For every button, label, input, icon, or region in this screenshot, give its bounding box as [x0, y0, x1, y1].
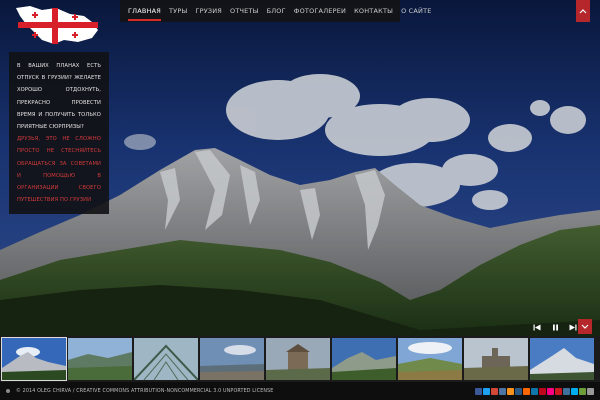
nav-item-georgia[interactable]: ГРУЗИЯ	[191, 0, 226, 22]
thumbnail-strip	[0, 336, 600, 382]
site-logo[interactable]	[12, 2, 104, 46]
instagram-icon[interactable]	[563, 387, 570, 395]
thumbnail-fortress[interactable]	[464, 338, 528, 380]
email-icon[interactable]	[587, 387, 594, 395]
thumbnail-image	[200, 338, 264, 380]
thumbnail-valley[interactable]	[68, 338, 132, 380]
pinterest-icon[interactable]	[539, 387, 546, 395]
thumbnail-image	[398, 338, 462, 380]
social-icons-bar	[475, 387, 594, 395]
google-plus-icon[interactable]	[491, 387, 498, 395]
intro-highlight-paragraph: ДРУЗЬЯ, ЭТО НЕ СЛОЖНО ПРОСТО НЕ СТЕСНЯЙТ…	[17, 136, 101, 204]
intro-text-panel: В ВАШИХ ПЛАНАХ ЕСТЬ ОТПУСК В ГРУЗИИ? ЖЕЛ…	[9, 52, 109, 214]
nav-item-blog[interactable]: БЛОГ	[263, 0, 290, 22]
top-panel-toggle-button[interactable]	[576, 0, 590, 22]
nav-item-photo-galleries[interactable]: ФОТОГАЛЕРЕИ	[290, 0, 350, 22]
thumbnail-green-peaks[interactable]	[332, 338, 396, 380]
skype-icon[interactable]	[571, 387, 578, 395]
twitter-icon[interactable]	[483, 387, 490, 395]
georgia-map-flag-logo	[16, 6, 98, 44]
nav-item-reports[interactable]: ОТЧЕТЫ	[226, 0, 263, 22]
thumbnail-image	[68, 338, 132, 380]
copyright-text: © 2014 OLEG CHIRVA / CREATIVE COMMONS AT…	[16, 388, 274, 394]
livejournal-icon[interactable]	[579, 387, 586, 395]
chevron-down-icon	[581, 324, 589, 329]
chevron-up-icon	[579, 9, 587, 14]
odnoklassniki-icon[interactable]	[507, 387, 514, 395]
thumbnail-monastery[interactable]	[266, 338, 330, 380]
rss-icon[interactable]	[523, 387, 530, 395]
thumbnail-glass-roof[interactable]	[134, 338, 198, 380]
nav-item-contacts[interactable]: КОНТАКТЫ	[350, 0, 397, 22]
page-footer: © 2014 OLEG CHIRVA / CREATIVE COMMONS AT…	[0, 382, 600, 400]
skip-forward-icon	[569, 324, 577, 330]
youtube-icon[interactable]	[555, 387, 562, 395]
intro-paragraph: В ВАШИХ ПЛАНАХ ЕСТЬ ОТПУСК В ГРУЗИИ? ЖЕЛ…	[17, 63, 101, 131]
thumbnail-coastline[interactable]	[200, 338, 264, 380]
pause-slideshow-button[interactable]	[549, 321, 561, 333]
nav-item-tours[interactable]: ТУРЫ	[165, 0, 191, 22]
thumbnail-image	[2, 338, 66, 380]
facebook-icon[interactable]	[475, 387, 482, 395]
flickr-icon[interactable]	[547, 387, 554, 395]
thumbnail-image	[332, 338, 396, 380]
nav-item-home[interactable]: ГЛАВНАЯ	[124, 0, 165, 22]
thumbnail-image	[134, 338, 198, 380]
skip-back-icon	[533, 324, 541, 330]
main-navigation: ГЛАВНАЯ ТУРЫ ГРУЗИЯ ОТЧЕТЫ БЛОГ ФОТОГАЛЕ…	[120, 0, 431, 22]
thumbnail-image	[464, 338, 528, 380]
previous-slide-button[interactable]	[531, 321, 543, 333]
thumbnail-strip-toggle-button[interactable]	[578, 319, 592, 334]
copyright-icon	[6, 389, 10, 393]
pause-icon	[552, 324, 558, 330]
nav-item-about[interactable]: О САЙТЕ	[397, 0, 436, 22]
linkedin-icon[interactable]	[531, 387, 538, 395]
slideshow-controls	[531, 321, 579, 333]
thumbnail-hills[interactable]	[398, 338, 462, 380]
thumbnail-image	[266, 338, 330, 380]
thumbnail-image	[530, 338, 594, 380]
thumbnail-snowy-peak[interactable]	[530, 338, 594, 380]
vk-icon[interactable]	[499, 387, 506, 395]
thumbnail-mountain-peak[interactable]	[1, 337, 67, 381]
mailru-icon[interactable]	[515, 387, 522, 395]
